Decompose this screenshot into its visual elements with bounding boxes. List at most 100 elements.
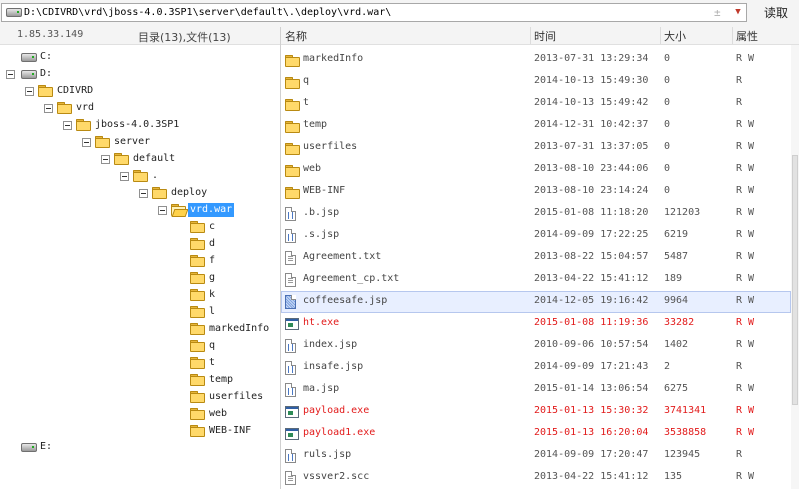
folder-icon [285, 143, 300, 155]
file-time: 2013-08-22 15:04:57 [534, 251, 649, 262]
file-name: web [303, 163, 322, 174]
file-name: Agreement.txt [303, 251, 382, 262]
file-row[interactable]: Agreement.txt 2013-08-22 15:04:57 5487 R W [281, 247, 791, 269]
file-attributes: R W [736, 53, 755, 64]
plus-minus-icon[interactable]: ± [714, 6, 721, 19]
file-list-header: 名称 时间 大小 属性 [281, 27, 799, 45]
column-header-attributes[interactable]: 属性 [736, 28, 758, 44]
file-row[interactable]: payload1.exe 2015-01-13 16:20:04 3538858 R … [281, 423, 791, 445]
file-row[interactable]: t 2014-10-13 15:49:42 0 R [281, 93, 791, 115]
tree-node-label[interactable]: c [207, 220, 217, 234]
tree-node-label[interactable]: vrd.war [188, 203, 235, 217]
collapse-toggle-icon[interactable] [25, 87, 34, 96]
tree-node-label[interactable]: E: [38, 440, 54, 454]
folder-icon [285, 121, 300, 133]
file-size: 0 [664, 141, 671, 152]
file-size: 121203 [664, 207, 701, 218]
tree-node-label[interactable]: q [207, 339, 217, 353]
file-time: 2014-12-31 10:42:37 [534, 119, 649, 130]
collapse-toggle-icon[interactable] [120, 172, 129, 181]
jsp-file-icon [285, 449, 296, 463]
folder-icon [190, 272, 205, 284]
file-row[interactable]: Agreement_cp.txt 2013-04-22 15:41:12 189 R … [281, 269, 791, 291]
column-header-time[interactable]: 时间 [534, 28, 556, 44]
folder-icon [190, 374, 205, 386]
file-row[interactable]: .s.jsp 2014-09-09 17:22:25 6219 R W [281, 225, 791, 247]
file-row[interactable]: .b.jsp 2015-01-08 11:18:20 121203 R W [281, 203, 791, 225]
file-row[interactable]: ht.exe 2015-01-08 11:19:36 33282 R W [281, 313, 791, 335]
tree-node-label[interactable]: d [207, 237, 217, 251]
file-row[interactable]: markedInfo 2013-07-31 13:29:34 0 R W [281, 49, 791, 71]
tree-node-label[interactable]: default [131, 152, 177, 166]
folder-icon [190, 357, 205, 369]
collapse-toggle-icon[interactable] [44, 104, 53, 113]
path-input[interactable]: D:\CDIVRD\vrd\jboss-4.0.3SP1\server\defa… [1, 3, 747, 22]
collapse-toggle-icon[interactable] [139, 189, 148, 198]
tree-node-label[interactable]: deploy [169, 186, 209, 200]
file-row[interactable]: userfiles 2013-07-31 13:37:05 0 R W [281, 137, 791, 159]
tree-node-label[interactable]: l [207, 305, 217, 319]
collapse-toggle-icon[interactable] [101, 155, 110, 164]
vertical-scrollbar[interactable] [791, 45, 799, 489]
read-button[interactable]: 读取 [754, 3, 798, 23]
file-row[interactable]: WEB-INF 2013-08-10 23:14:24 0 R W [281, 181, 791, 203]
file-row[interactable]: web 2013-08-10 23:44:06 0 R W [281, 159, 791, 181]
tree-node-label[interactable]: web [207, 407, 229, 421]
file-size: 189 [664, 273, 683, 284]
tree-node-label[interactable]: temp [207, 373, 235, 387]
tree-node-label[interactable]: g [207, 271, 217, 285]
file-time: 2015-01-13 15:30:32 [534, 405, 649, 416]
folder-icon [190, 255, 205, 267]
file-attributes: R [736, 75, 743, 86]
tree-node-label[interactable]: jboss-4.0.3SP1 [93, 118, 181, 132]
file-size: 2 [664, 361, 671, 372]
tree-node-label[interactable]: vrd [74, 101, 96, 115]
tree-node-label[interactable]: D: [38, 67, 54, 81]
file-size: 6275 [664, 383, 689, 394]
folder-icon [95, 136, 110, 148]
tree-node-label[interactable]: WEB-INF [207, 424, 253, 438]
column-header-size[interactable]: 大小 [664, 28, 686, 44]
tree-node-label[interactable]: . [150, 169, 160, 183]
collapse-toggle-icon[interactable] [82, 138, 91, 147]
tree-node-label[interactable]: markedInfo [207, 322, 271, 336]
selected-file-icon [285, 295, 296, 309]
file-name: ruls.jsp [303, 449, 352, 460]
file-row[interactable]: payload.exe 2015-01-13 15:30:32 3741341 R W [281, 401, 791, 423]
file-row[interactable]: coffeesafe.jsp 2014-12-05 19:16:42 9964 R W [281, 291, 791, 313]
tree-node-label[interactable]: userfiles [207, 390, 265, 404]
file-time: 2014-09-09 17:20:47 [534, 449, 649, 460]
file-name: index.jsp [303, 339, 358, 350]
collapse-toggle-icon[interactable] [63, 121, 72, 130]
column-header-name[interactable]: 名称 [285, 28, 307, 44]
file-row[interactable]: temp 2014-12-31 10:42:37 0 R W [281, 115, 791, 137]
folder-icon [190, 238, 205, 250]
file-attributes: R W [736, 119, 755, 130]
folder-icon [38, 85, 53, 97]
tree-node-label[interactable]: f [207, 254, 217, 268]
collapse-toggle-icon[interactable] [158, 206, 167, 215]
tree-node-label[interactable]: t [207, 356, 217, 370]
collapse-toggle-icon[interactable] [6, 70, 15, 79]
chevron-down-icon[interactable]: ▼ [730, 5, 746, 20]
file-name: q [303, 75, 310, 86]
tree-node-label[interactable]: C: [38, 50, 54, 64]
file-time: 2013-07-31 13:37:05 [534, 141, 649, 152]
file-row[interactable]: index.jsp 2010-09-06 10:57:54 1402 R W [281, 335, 791, 357]
file-size: 0 [664, 185, 671, 196]
file-time: 2013-04-22 15:41:12 [534, 273, 649, 284]
path-text[interactable]: D:\CDIVRD\vrd\jboss-4.0.3SP1\server\defa… [24, 7, 391, 18]
file-time: 2014-12-05 19:16:42 [534, 295, 649, 306]
file-row[interactable]: vssver2.scc 2013-04-22 15:41:12 135 R W [281, 467, 791, 489]
file-row[interactable]: ruls.jsp 2014-09-09 17:20:47 123945 R [281, 445, 791, 467]
tree-node-label[interactable]: CDIVRD [55, 84, 95, 98]
file-attributes: R W [736, 141, 755, 152]
text-file-icon [285, 251, 296, 265]
scrollbar-thumb[interactable] [792, 155, 798, 405]
file-row[interactable]: q 2014-10-13 15:49:30 0 R [281, 71, 791, 93]
file-time: 2015-01-14 13:06:54 [534, 383, 649, 394]
file-row[interactable]: ma.jsp 2015-01-14 13:06:54 6275 R W [281, 379, 791, 401]
tree-node-label[interactable]: k [207, 288, 217, 302]
tree-node-label[interactable]: server [112, 135, 152, 149]
file-row[interactable]: insafe.jsp 2014-09-09 17:21:43 2 R [281, 357, 791, 379]
